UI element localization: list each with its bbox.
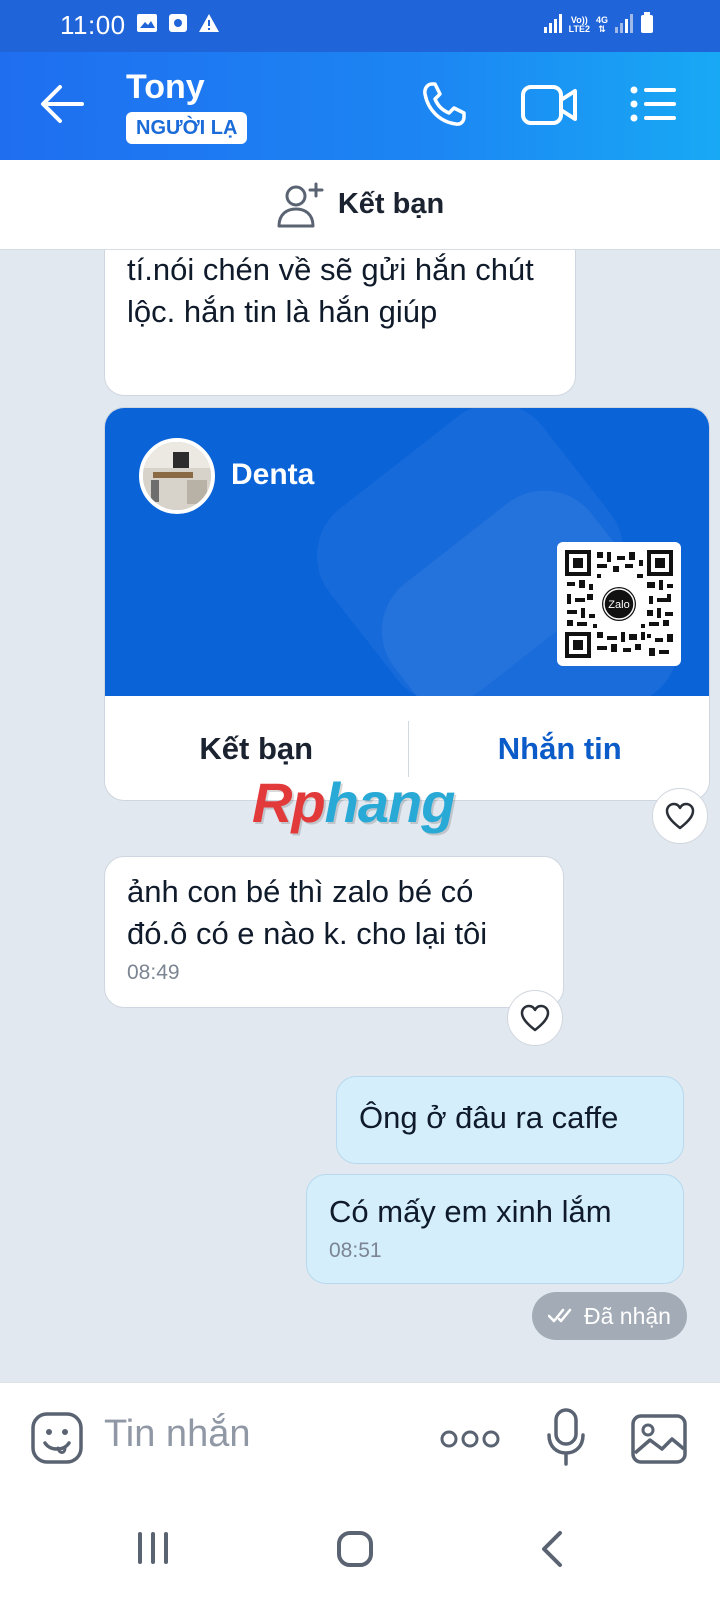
- signal-2-icon: [614, 12, 634, 34]
- system-nav-bar: [0, 1494, 720, 1600]
- heart-icon: [520, 1004, 550, 1032]
- add-user-icon: [276, 182, 324, 228]
- contact-card-name: Denta: [231, 458, 315, 491]
- react-heart-button[interactable]: [652, 788, 708, 844]
- back-nav-icon[interactable]: [540, 1530, 564, 1568]
- message-input[interactable]: Tin nhắn: [104, 1413, 250, 1456]
- message-text: tí.nói chén về sẽ gửi hắn chút lộc. hắn …: [127, 252, 534, 329]
- card-message-button[interactable]: Nhắn tin: [409, 731, 710, 767]
- mobile-data-label: 4G ⇅: [595, 15, 608, 34]
- back-arrow-icon[interactable]: [40, 84, 84, 124]
- message-time: 08:51: [329, 1239, 382, 1262]
- status-left-icons: [136, 13, 220, 33]
- qr-code[interactable]: Zalo: [557, 542, 681, 666]
- heart-icon: [665, 802, 695, 830]
- react-heart-button[interactable]: [507, 990, 563, 1046]
- contact-avatar[interactable]: [139, 438, 215, 514]
- message-text: Ông ở đâu ra caffe: [359, 1100, 619, 1135]
- message-input-bar: Tin nhắn: [0, 1382, 720, 1494]
- home-icon[interactable]: [336, 1530, 374, 1568]
- battery-icon: [640, 12, 654, 34]
- stranger-badge: NGƯỜI LẠ: [126, 112, 248, 144]
- delivery-status-badge: Đã nhận: [532, 1292, 687, 1340]
- double-check-icon: [548, 1308, 572, 1323]
- contact-name[interactable]: Tony: [126, 68, 205, 107]
- add-friend-label: Kết bạn: [337, 188, 445, 220]
- qr-brand-label: Zalo: [608, 599, 629, 611]
- chat-header: Tony NGƯỜI LẠ: [0, 52, 720, 160]
- status-bar: 11:00 Vo)) LTE2 4G ⇅: [0, 0, 720, 52]
- message-time: 08:49: [127, 961, 180, 984]
- outgoing-message[interactable]: Có mấy em xinh lắm 08:51: [306, 1174, 684, 1284]
- add-friend-bar-overlay[interactable]: Kết bạn: [0, 160, 720, 250]
- recent-apps-icon[interactable]: [136, 1530, 170, 1566]
- image-picker-icon[interactable]: [630, 1413, 688, 1465]
- outgoing-message[interactable]: Ông ở đâu ra caffe: [336, 1076, 684, 1164]
- gallery-notification-icon: [136, 13, 158, 33]
- warning-icon: [198, 13, 220, 33]
- status-time: 11:00: [60, 10, 126, 40]
- phone-icon[interactable]: [420, 80, 468, 128]
- emoji-sticker-icon[interactable]: [30, 1411, 84, 1465]
- message-text: Có mấy em xinh lắm: [329, 1194, 612, 1229]
- status-right-icons: Vo)) LTE2 4G ⇅: [543, 12, 654, 34]
- more-options-icon[interactable]: [440, 1429, 500, 1449]
- video-call-icon[interactable]: [520, 84, 578, 126]
- message-text: ảnh con bé thì zalo bé có đó.ô có e nào …: [127, 874, 488, 951]
- delivery-status-text: Đã nhận: [584, 1302, 671, 1329]
- card-add-friend-button[interactable]: Kết bạn: [105, 731, 408, 767]
- contact-card-header: Denta Zalo: [105, 408, 709, 696]
- menu-icon[interactable]: [630, 86, 678, 122]
- incoming-message[interactable]: ảnh con bé thì zalo bé có đó.ô có e nào …: [104, 856, 564, 1008]
- watermark-logo: Rphang: [252, 771, 455, 834]
- microphone-icon[interactable]: [545, 1407, 587, 1467]
- volte-label: Vo)) LTE2: [568, 15, 590, 34]
- contact-card-message[interactable]: Denta Zalo Kết bạn Nhắn tin: [104, 407, 710, 801]
- app-notification-icon: [168, 13, 188, 33]
- signal-icon: [543, 12, 563, 34]
